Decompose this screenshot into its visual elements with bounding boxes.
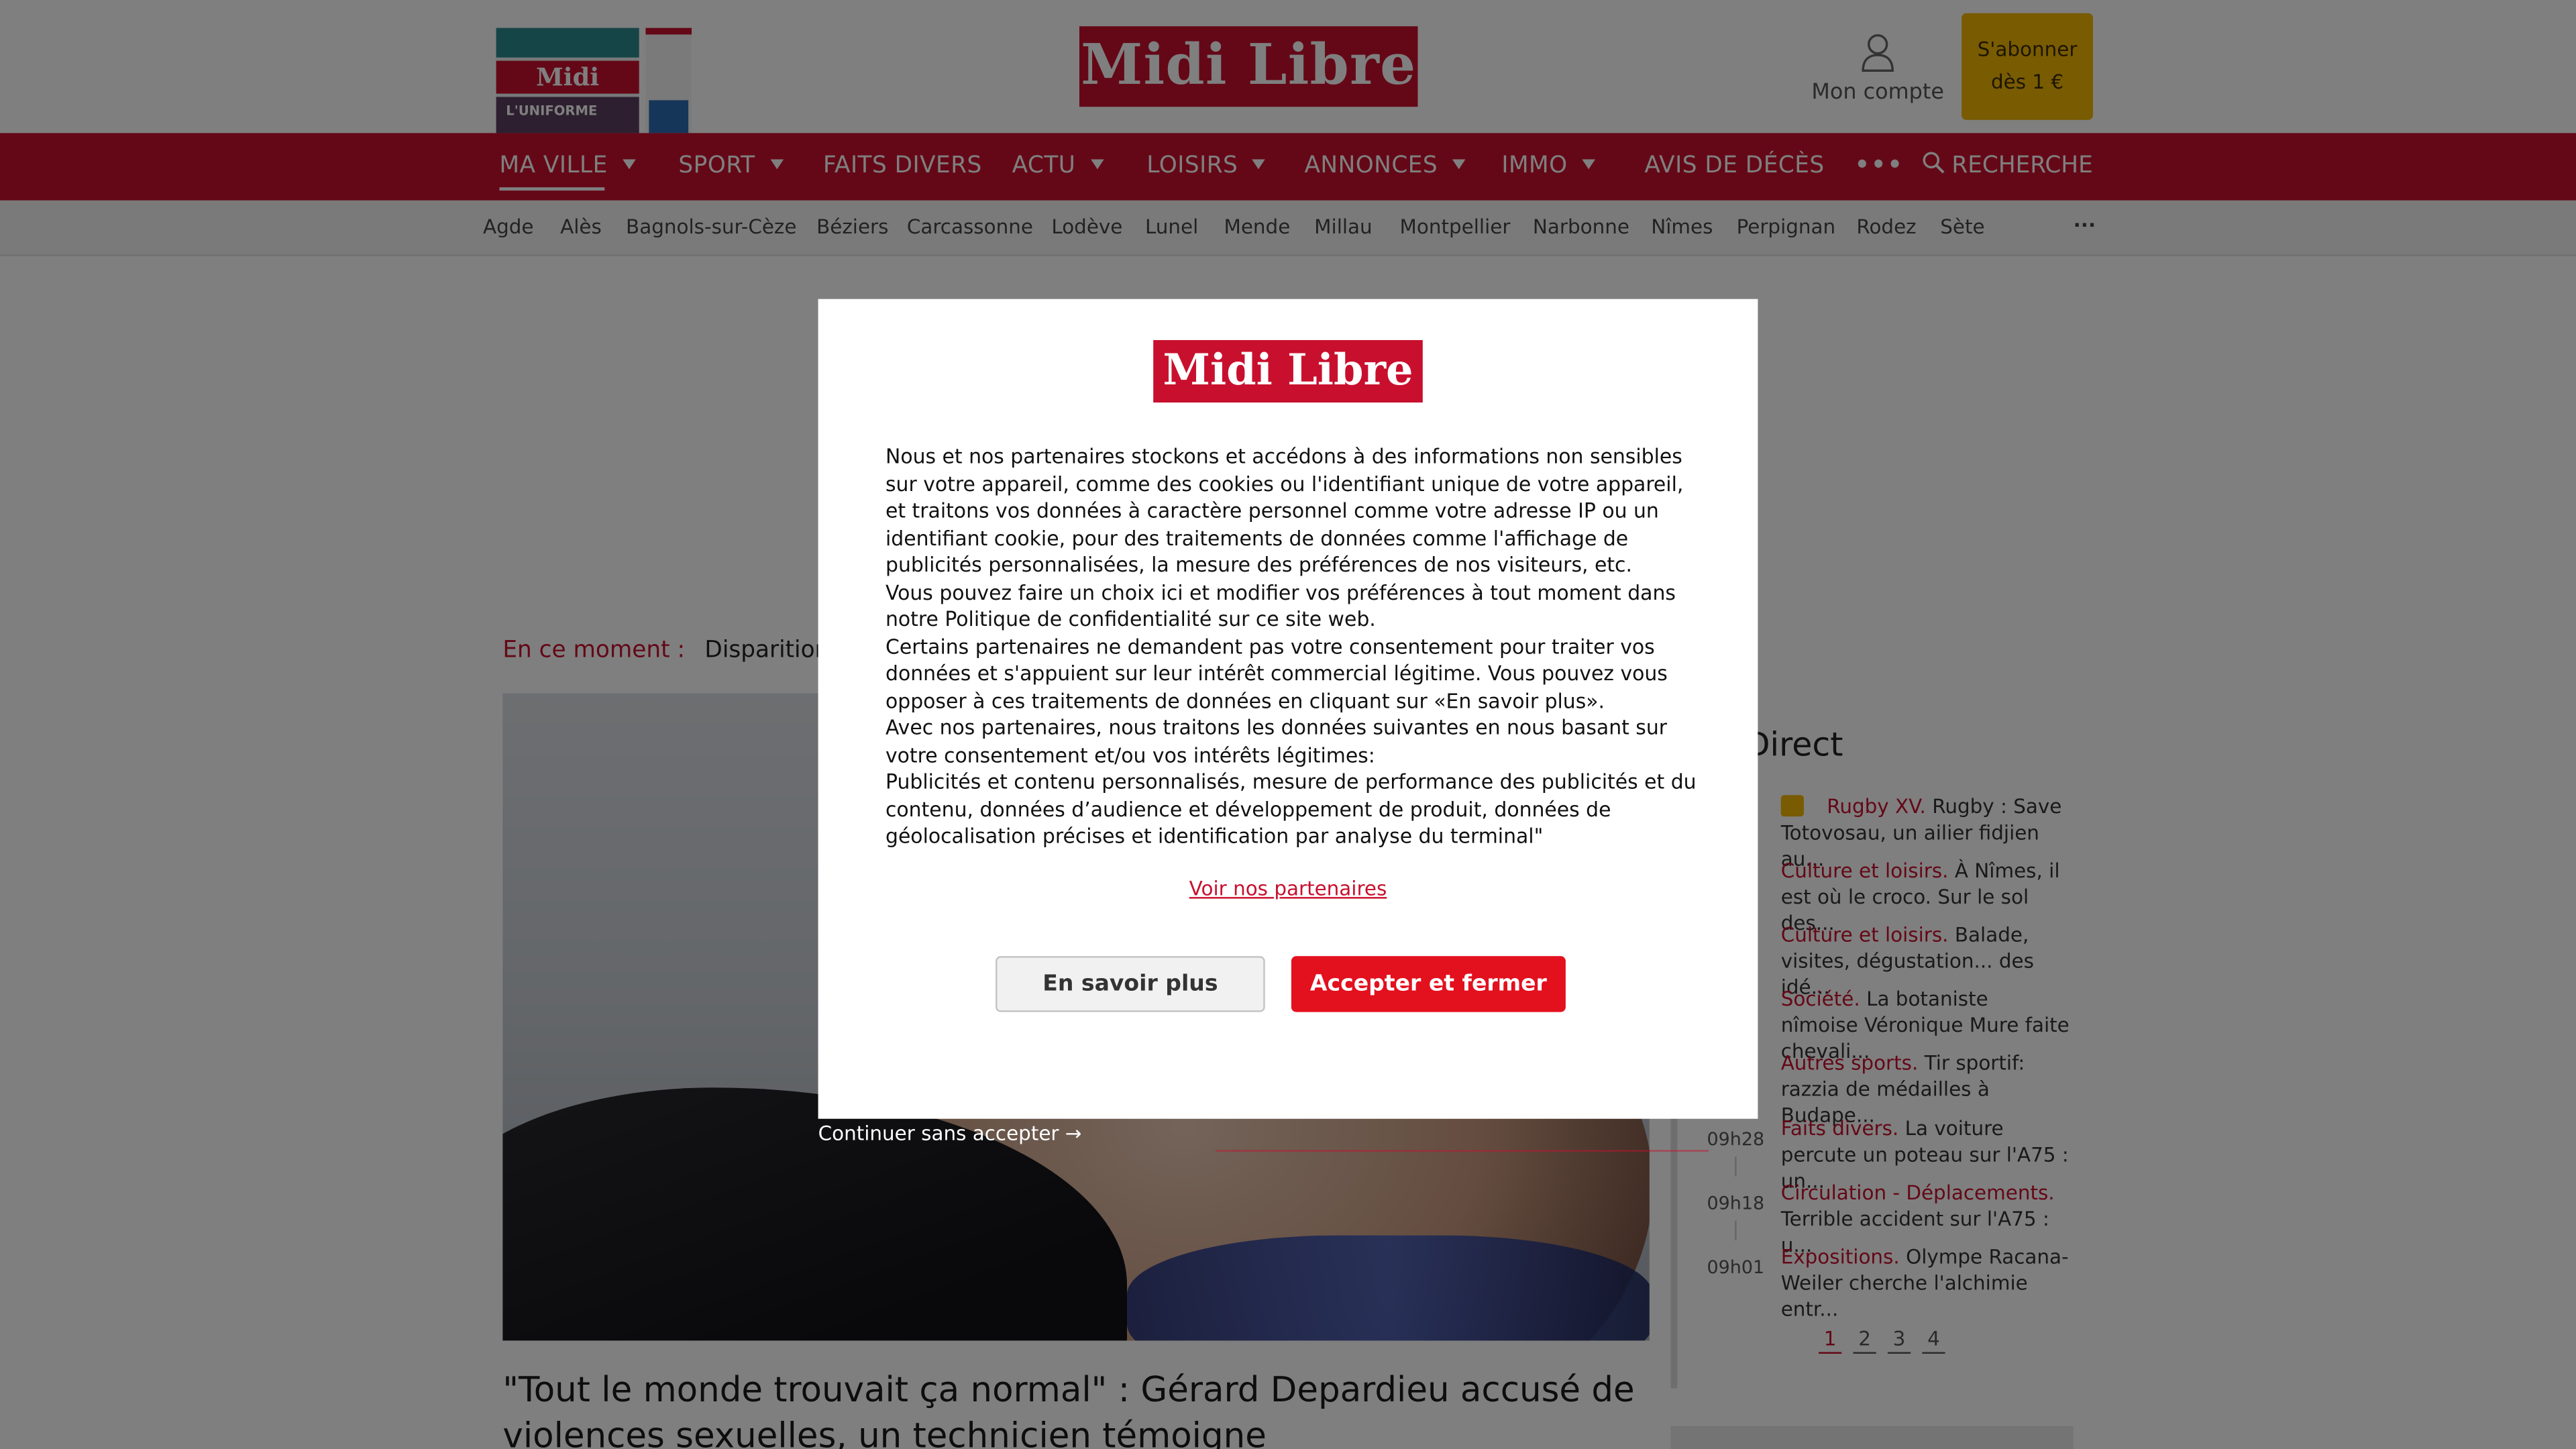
learn-more-button[interactable]: En savoir plus	[996, 956, 1265, 1012]
page: Midi Libre L'UNIFORME Midi Libre Mon com…	[0, 0, 2576, 1449]
consent-paragraph: Avec nos partenaires, nous traitons les …	[885, 716, 1668, 767]
consent-dialog: Midi Libre Nous et nos partenaires stock…	[818, 299, 1758, 1119]
continue-without-accepting-link[interactable]: Continuer sans accepter →	[818, 1122, 1082, 1145]
consent-paragraph: Publicités et contenu personnalisés, mes…	[885, 770, 1697, 848]
consent-text: Nous et nos partenaires stockons et accé…	[885, 443, 1707, 850]
consent-paragraph: Certains partenaires ne demandent pas vo…	[885, 635, 1668, 712]
consent-paragraph: Vous pouvez faire un choix ici et modifi…	[885, 580, 1676, 631]
consent-logo: Midi Libre	[1153, 339, 1423, 402]
consent-paragraph: Nous et nos partenaires stockons et accé…	[885, 445, 1684, 577]
accept-button[interactable]: Accepter et fermer	[1291, 956, 1566, 1012]
partners-link[interactable]: Voir nos partenaires	[818, 877, 1758, 900]
